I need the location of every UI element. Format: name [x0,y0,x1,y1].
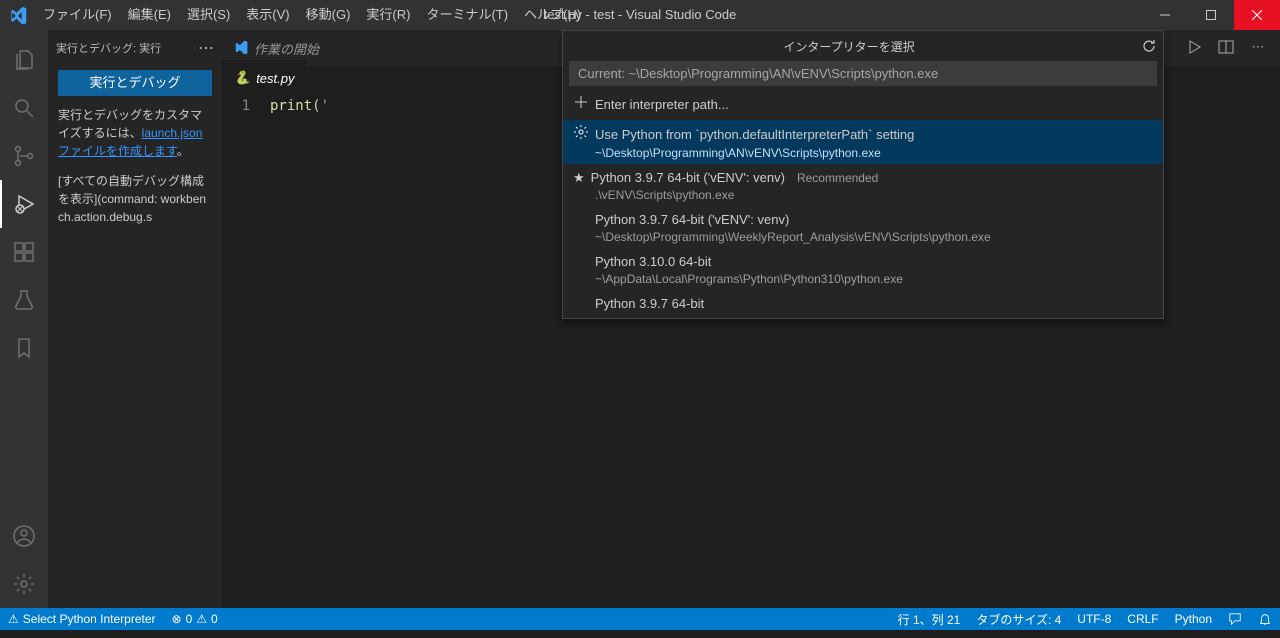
window-controls [1142,0,1280,30]
more-actions-icon[interactable]: ⋯ [1248,39,1268,58]
menu-run[interactable]: 実行(R) [358,0,418,30]
notifications-icon[interactable] [1250,611,1280,628]
menu-edit[interactable]: 編集(E) [120,0,179,30]
feedback-icon[interactable] [1220,611,1250,628]
warning-icon: ⚠ [196,612,207,626]
search-icon[interactable] [0,84,48,132]
accounts-icon[interactable] [0,512,48,560]
gear-icon [573,124,589,146]
encoding-status[interactable]: UTF-8 [1069,611,1119,628]
title-bar: ファイル(F) 編集(E) 選択(S) 表示(V) 移動(G) 実行(R) ター… [0,0,1280,30]
enter-interpreter-path-option[interactable]: Enter interpreter path... [563,90,1163,120]
close-button[interactable] [1234,0,1280,30]
interpreter-picker: インタープリターを選択 Current: ~\Desktop\Programmi… [562,30,1164,319]
tab-label: 作業の開始 [254,39,319,58]
menu-bar: ファイル(F) 編集(E) 選択(S) 表示(V) 移動(G) 実行(R) ター… [35,0,589,30]
run-debug-icon[interactable] [0,180,48,228]
activity-bar [0,30,48,608]
python-file-icon: 🐍 [234,70,250,86]
menu-go[interactable]: 移動(G) [298,0,359,30]
editor-area: 作業の開始 ⋯ 🐍 test.py 1 print(' インタープリターを選択 [222,30,1280,608]
interpreter-option[interactable]: Python 3.9.7 64-bit [563,290,1163,318]
picker-title: インタープリターを選択 [563,38,1135,55]
run-file-icon[interactable] [1184,39,1204,58]
refresh-icon[interactable] [1135,31,1163,61]
run-debug-panel: 実行とデバッグ: 実行 ⋯ 実行とデバッグ 実行とデバッグをカスタマイズするには… [48,30,222,608]
minimize-button[interactable] [1142,0,1188,30]
menu-file[interactable]: ファイル(F) [35,0,120,30]
menu-help[interactable]: ヘルプ(H) [516,0,589,30]
extensions-icon[interactable] [0,228,48,276]
interpreter-option-recommended[interactable]: ★ Python 3.9.7 64-bit ('vENV': venv) Rec… [563,164,1163,206]
menu-selection[interactable]: 選択(S) [179,0,238,30]
language-mode[interactable]: Python [1167,611,1220,628]
select-interpreter-status[interactable]: ⚠ Select Python Interpreter [0,612,164,626]
cursor-position[interactable]: 行 1、列 21 [890,611,969,628]
bookmarks-icon[interactable] [0,324,48,372]
eol-status[interactable]: CRLF [1119,611,1166,628]
star-icon: ★ [573,168,585,188]
panel-title: 実行とデバッグ: 実行 [56,40,161,56]
interpreter-option[interactable]: Python 3.9.7 64-bit ('vENV': venv) ~\Des… [563,206,1163,248]
panel-more-icon[interactable]: ⋯ [198,38,214,58]
interpreter-option[interactable]: Python 3.10.0 64-bit ~\AppData\Local\Pro… [563,248,1163,290]
split-editor-icon[interactable] [1216,39,1236,58]
explorer-icon[interactable] [0,36,48,84]
indentation-status[interactable]: タブのサイズ: 4 [968,611,1069,628]
problems-status[interactable]: ⊗0 ⚠0 [164,612,226,626]
vscode-logo-icon [0,0,35,30]
file-tab[interactable]: 🐍 test.py [222,60,306,96]
error-icon: ⊗ [172,612,182,626]
run-and-debug-button[interactable]: 実行とデバッグ [58,70,212,96]
maximize-button[interactable] [1188,0,1234,30]
picker-input[interactable]: Current: ~\Desktop\Programming\AN\vENV\S… [569,61,1157,86]
status-bar: ⚠ Select Python Interpreter ⊗0 ⚠0 行 1、列 … [0,608,1280,630]
menu-view[interactable]: 表示(V) [238,0,297,30]
testing-icon[interactable] [0,276,48,324]
panel-text: 実行とデバッグをカスタマイズするには、launch.json ファイルを作成しま… [48,106,222,160]
default-interpreter-option[interactable]: Use Python from `python.defaultInterpret… [563,120,1163,164]
plus-icon [573,94,589,116]
tab-label: test.py [256,71,294,86]
source-control-icon[interactable] [0,132,48,180]
warning-icon: ⚠ [8,612,19,626]
menu-terminal[interactable]: ターミナル(T) [418,0,516,30]
panel-text-2: [すべての自動デバッグ構成を表示](command: workbench.act… [48,172,222,226]
vscode-icon [234,40,248,57]
line-number: 1 [222,96,270,116]
settings-gear-icon[interactable] [0,560,48,608]
